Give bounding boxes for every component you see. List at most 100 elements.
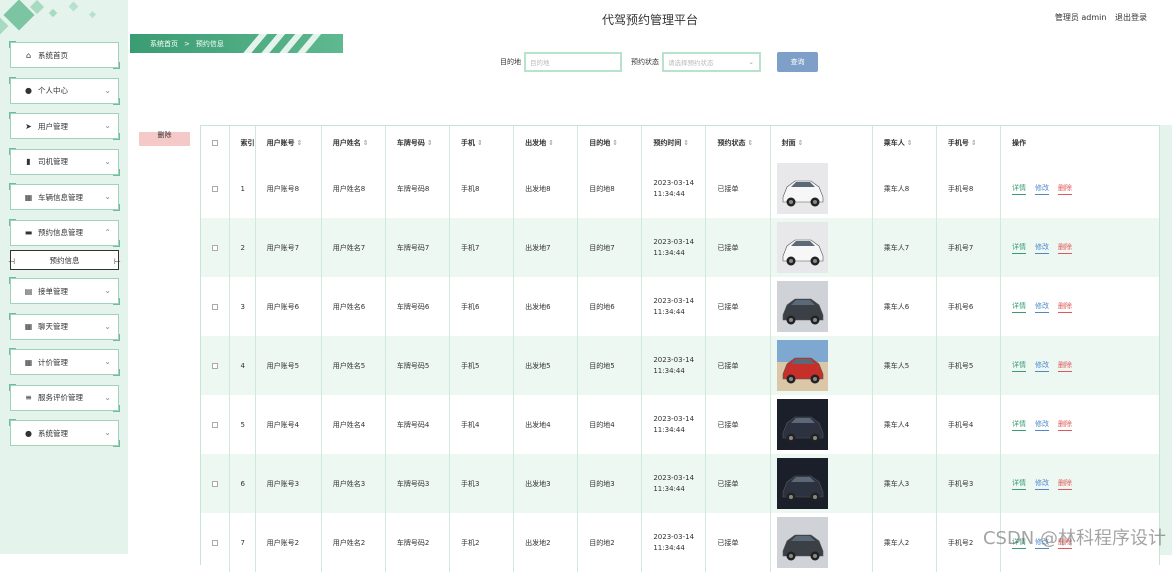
- breadcrumb-home[interactable]: 系统首页: [150, 39, 178, 49]
- sidebar-item[interactable]: ⌂ 系统首页: [9, 41, 120, 69]
- delete-button[interactable]: 删除: [1058, 301, 1073, 313]
- column-header[interactable]: 用户姓名 ⇕: [320, 126, 386, 159]
- column-header[interactable]: 手机 ⇕: [448, 126, 514, 159]
- query-button[interactable]: 查询: [777, 52, 818, 72]
- delete-button[interactable]: 删除: [1058, 419, 1073, 431]
- batch-delete-button[interactable]: 删除: [139, 132, 190, 146]
- table-body: 1 用户账号8 用户姓名8 车牌号码8 手机8 出发地8 目的地8 2023-03-14 11:…: [201, 159, 1159, 572]
- table-cell: 7: [228, 513, 256, 572]
- sort-icon[interactable]: ⇕: [971, 139, 977, 147]
- sidebar-item[interactable]: ▦ 聊天管理 ⌄: [9, 312, 120, 341]
- column-header[interactable]: 出发地 ⇕: [513, 126, 578, 159]
- table-row: 3 用户账号6 用户姓名6 车牌号码6 手机6 出发地6 目的地6 2023-03-14 11:…: [201, 277, 1159, 336]
- grid-icon: ▦: [24, 192, 33, 202]
- sidebar-item[interactable]: ▮ 司机管理 ⌄: [9, 147, 120, 176]
- sort-icon[interactable]: ⇕: [747, 139, 753, 147]
- column-header[interactable]: 乘车人 ⇕: [871, 126, 937, 159]
- sort-icon[interactable]: ⇕: [297, 139, 303, 147]
- person-icon: ●: [25, 86, 32, 95]
- sidebar-item[interactable]: ▤ 接单管理 ⌄: [9, 277, 120, 305]
- table-cell: 已接单: [705, 336, 771, 395]
- delete-button[interactable]: 删除: [1058, 360, 1073, 372]
- table-row: 4 用户账号5 用户姓名5 车牌号码5 手机5 出发地5 目的地5 2023-03-14 11:…: [201, 336, 1159, 395]
- view-button[interactable]: 详情: [1012, 242, 1027, 254]
- delete-button[interactable]: 删除: [1058, 478, 1073, 490]
- sidebar-item[interactable]: ▬ 预约信息管理 ⌃: [9, 218, 120, 247]
- sort-icon[interactable]: ⇕: [427, 139, 433, 147]
- row-checkbox[interactable]: [212, 480, 218, 487]
- column-header: 操作: [1000, 126, 1159, 159]
- chevron-down-icon: ⌄: [104, 392, 111, 402]
- status-label: 预约状态: [631, 58, 659, 66]
- table-cell: 3: [228, 277, 256, 336]
- table-cell: 出发地7: [513, 218, 578, 277]
- row-checkbox[interactable]: [212, 303, 218, 310]
- row-checkbox[interactable]: [212, 185, 218, 192]
- sort-icon[interactable]: ⇕: [612, 139, 618, 147]
- delete-button[interactable]: 删除: [1058, 183, 1073, 195]
- edit-button[interactable]: 修改: [1035, 419, 1050, 431]
- view-button[interactable]: 详情: [1012, 419, 1027, 431]
- sidebar-item[interactable]: ● 个人中心 ⌄: [9, 76, 120, 105]
- destination-input[interactable]: 目的地: [524, 52, 622, 72]
- column-header[interactable]: 车牌号码 ⇕: [384, 126, 450, 159]
- select-all-checkbox[interactable]: [212, 139, 218, 146]
- sort-icon[interactable]: ⇕: [548, 139, 554, 147]
- submenu-item-reservation[interactable]: ⊣ 预约信息 ⊢: [8, 250, 121, 270]
- table-cell: 用户账号2: [254, 513, 322, 572]
- edit-button[interactable]: 修改: [1035, 478, 1050, 490]
- column-header[interactable]: 手机号 ⇕: [935, 126, 1001, 159]
- sort-icon[interactable]: ⇕: [683, 139, 689, 147]
- table-row: 6 用户账号3 用户姓名3 车牌号码3 手机3 出发地3 目的地3 2023-03-14 11:…: [201, 454, 1159, 513]
- column-header[interactable]: 目的地 ⇕: [577, 126, 642, 159]
- table-cell: 用户姓名5: [320, 336, 386, 395]
- column-header[interactable]: 预约时间 ⇕: [641, 126, 706, 159]
- table-cell: 目的地8: [577, 159, 642, 218]
- edit-button[interactable]: 修改: [1035, 301, 1050, 313]
- table-cell: 用户姓名4: [320, 395, 386, 454]
- table-cell: 2023-03-14 11:34:44: [641, 277, 706, 336]
- table-cell: 2: [228, 218, 256, 277]
- edit-button[interactable]: 修改: [1035, 242, 1050, 254]
- table-cell: 目的地4: [577, 395, 642, 454]
- table-header: 索引 用户账号 ⇕ 用户姓名 ⇕ 车牌号码 ⇕ 手机 ⇕ 出发地 ⇕ 目的地 ⇕ 预约时间 ⇕ 预约状态 ⇕ 封面…: [201, 126, 1159, 159]
- edit-button[interactable]: 修改: [1035, 360, 1050, 372]
- table-cell: 目的地3: [577, 454, 642, 513]
- status-select[interactable]: 请选择预约状态 ⌄: [662, 52, 761, 72]
- resize-handle-icon: ⊢: [114, 257, 121, 266]
- sidebar-item[interactable]: ● 系统管理 ⌄: [9, 419, 120, 447]
- column-header[interactable]: 预约状态 ⇕: [705, 126, 771, 159]
- view-button[interactable]: 详情: [1012, 183, 1027, 195]
- sidebar-item[interactable]: ▦ 计价管理 ⌄: [9, 348, 120, 376]
- sort-icon[interactable]: ⇕: [907, 139, 913, 147]
- table-cell: 已接单: [705, 277, 771, 336]
- column-header[interactable]: 封面 ⇕: [769, 126, 873, 159]
- sort-icon[interactable]: ⇕: [798, 139, 804, 147]
- row-checkbox[interactable]: [212, 421, 218, 428]
- view-button[interactable]: 详情: [1012, 360, 1027, 372]
- breadcrumb: 系统首页 > 预约信息: [130, 34, 343, 53]
- edit-button[interactable]: 修改: [1035, 183, 1050, 195]
- view-button[interactable]: 详情: [1012, 478, 1027, 490]
- row-checkbox[interactable]: [212, 539, 218, 546]
- grid-icon: ▦: [24, 322, 33, 331]
- table-cell: 2023-03-14 11:34:44: [641, 159, 706, 218]
- table-cell: 用户姓名7: [320, 218, 386, 277]
- breadcrumb-separator: >: [184, 39, 190, 48]
- column-header[interactable]: 用户账号 ⇕: [254, 126, 322, 159]
- table-cell: 已接单: [705, 513, 771, 572]
- sidebar-item[interactable]: ➤ 用户管理 ⌄: [9, 112, 120, 140]
- sort-icon[interactable]: ⇕: [363, 139, 369, 147]
- sidebar-item[interactable]: ≡ 服务评价管理 ⌄: [9, 383, 120, 412]
- logout-link[interactable]: 退出登录: [1115, 13, 1147, 22]
- row-checkbox[interactable]: [212, 244, 218, 251]
- logo-decoration: [0, 0, 128, 38]
- delete-button[interactable]: 删除: [1058, 242, 1073, 254]
- row-checkbox[interactable]: [212, 362, 218, 369]
- view-button[interactable]: 详情: [1012, 301, 1027, 313]
- sort-icon[interactable]: ⇕: [477, 139, 483, 147]
- car-cover-image: [776, 163, 828, 214]
- sidebar-item[interactable]: ▦ 车辆信息管理 ⌄: [9, 183, 120, 211]
- table-row: 5 用户账号4 用户姓名4 车牌号码4 手机4 出发地4 目的地4 2023-03-14 11:…: [201, 395, 1159, 454]
- table-cell: 1: [228, 159, 256, 218]
